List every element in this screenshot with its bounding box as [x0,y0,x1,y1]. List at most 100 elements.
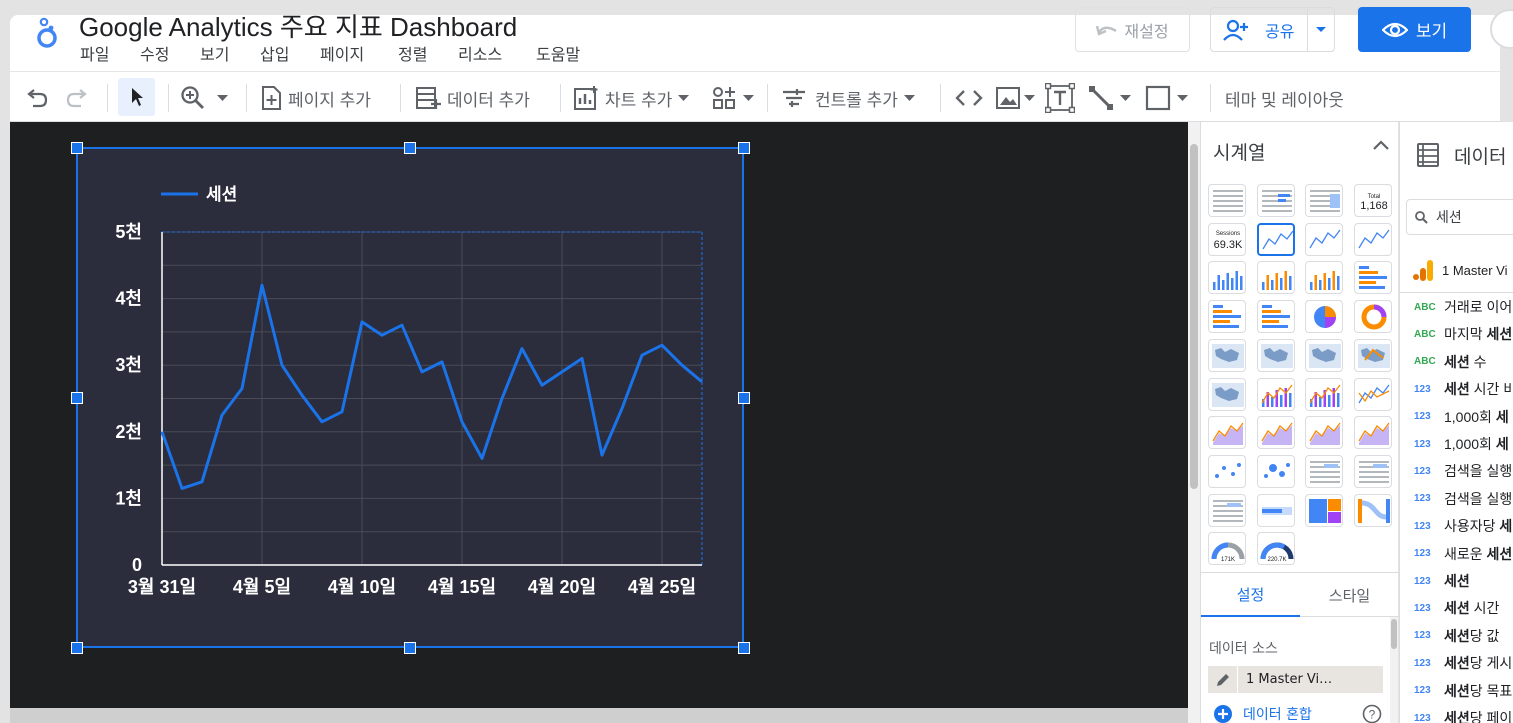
scorecard-compact-option[interactable]: Sessions 69.3K [1208,222,1246,256]
column-chart-option[interactable] [1208,261,1246,295]
field-item[interactable]: ABC 거래로 이어 [1414,294,1512,320]
time-series-chart[interactable]: 0 1천 2천 3천 4천 5천 3월 31일 4월 5일 4월 10일 4월 15일 4월 20… [78,149,742,646]
blend-data-button[interactable]: 데이터 혼합 [1213,704,1312,723]
reset-button[interactable]: 재설정 [1075,7,1190,52]
field-item[interactable]: 123 세션 [1414,568,1470,594]
pie-chart-option[interactable] [1305,300,1343,334]
field-search-box[interactable]: 세션 [1406,199,1513,235]
resize-handle-left[interactable] [71,392,83,404]
stacked-bar-chart-option[interactable] [1208,300,1246,334]
smoothed-time-series-chart-option[interactable] [1353,222,1392,256]
embed-code-icon[interactable] [955,82,983,114]
view-button[interactable]: 보기 [1358,7,1471,52]
data-source-row[interactable]: 1 Master Vi [1412,258,1508,282]
theme-layout-button[interactable]: 테마 및 레이아웃 [1225,82,1344,114]
100-stacked-column-chart-option[interactable] [1305,261,1343,295]
resize-handle-top-left[interactable] [71,142,83,154]
resize-handle-bottom-right[interactable] [738,642,750,654]
add-page-button[interactable]: 페이지 추가 [260,82,371,114]
treemap-chart-option[interactable] [1305,493,1343,527]
add-data-button[interactable]: 데이터 추가 [415,82,530,114]
menu-insert[interactable]: 삽입 [260,41,289,65]
resize-handle-top[interactable] [404,142,416,154]
bullet-chart-option[interactable] [1256,493,1295,527]
chart-frame[interactable]: 0 1천 2천 3천 4천 5천 3월 31일 4월 5일 4월 10일 4월 15일 4월 20… [76,147,744,648]
report-title[interactable]: Google Analytics 주요 지표 Dashboard [79,7,517,44]
panel-scrollbar-thumb[interactable] [1391,619,1397,649]
add-chart-button[interactable]: 차트 추가 [573,82,690,114]
field-item[interactable]: 123 1,000회 세 [1414,404,1509,430]
shape-icon[interactable] [1145,82,1188,114]
scrollbar-thumb[interactable] [1190,144,1198,489]
stacked-area-chart-option[interactable] [1305,416,1343,450]
field-item[interactable]: 123 세션당 페이 [1414,705,1512,723]
field-item[interactable]: 123 검색을 실행 [1414,458,1512,484]
field-item[interactable]: 123 세션당 값 [1414,623,1499,649]
zoom-icon[interactable] [180,82,206,114]
help-icon[interactable]: ? [1362,704,1382,723]
time-series-chart-option[interactable] [1256,222,1295,256]
field-item[interactable]: 123 세션당 목표 [1414,678,1512,704]
field-item[interactable]: ABC 세션 수 [1414,349,1487,375]
text-box-icon[interactable] [1045,82,1075,114]
bar-chart-option[interactable] [1353,261,1392,295]
donut-chart-option[interactable] [1353,300,1392,334]
stacked-combo-chart-option[interactable] [1305,377,1343,411]
redo-icon[interactable] [65,82,89,114]
100-stacked-area-chart-option[interactable] [1353,416,1392,450]
looker-studio-logo-icon[interactable] [34,15,64,49]
field-item[interactable]: 123 사용자당 세 [1414,513,1512,539]
menu-edit[interactable]: 수정 [140,41,169,65]
line-icon[interactable] [1088,82,1131,114]
gauge-progress-chart-option[interactable]: 220.7K [1256,532,1295,566]
field-item[interactable]: 123 세션당 게시 [1414,650,1512,676]
share-button[interactable]: 공유 [1210,7,1335,52]
geo-map-chart-option[interactable] [1305,338,1343,372]
100-stacked-bar-chart-option[interactable] [1256,300,1295,334]
menu-file[interactable]: 파일 [80,41,109,65]
line-chart-option[interactable] [1353,377,1392,411]
gauge-chart-option[interactable]: 171K [1208,532,1246,566]
report-canvas[interactable]: 0 1천 2천 3천 4천 5천 3월 31일 4월 5일 4월 10일 4월 15일 4월 20… [10,122,1188,723]
canvas-vertical-scrollbar[interactable] [1188,122,1200,723]
google-maps-chart-option[interactable] [1353,338,1392,372]
menu-resource[interactable]: 리소스 [458,41,502,65]
resize-handle-bottom[interactable] [404,642,416,654]
scorecard-total-option[interactable]: Total 1,168 [1353,184,1392,217]
tab-setup[interactable]: 설정 [1201,573,1300,617]
field-item[interactable]: 123 검색을 실행 [1414,486,1512,512]
area-chart-option[interactable] [1256,416,1295,450]
field-item[interactable]: 123 세션 시간 [1414,595,1499,621]
menu-view[interactable]: 보기 [200,41,229,65]
stacked-column-chart-option[interactable] [1256,261,1295,295]
field-item[interactable]: 123 1,000회 세 [1414,431,1509,457]
field-item[interactable]: ABC 마지막 세션 [1414,321,1512,347]
tab-style[interactable]: 스타일 [1300,573,1399,617]
chevron-down-icon[interactable] [1315,26,1327,34]
pivot-table-heatmap-chart-option[interactable] [1208,493,1246,527]
resize-handle-top-right[interactable] [738,142,750,154]
resize-handle-bottom-left[interactable] [71,642,83,654]
undo-icon[interactable] [25,82,49,114]
field-item[interactable]: 123 새로운 세션 [1414,541,1512,567]
table-bars-chart-option[interactable] [1256,184,1295,217]
geo-world-chart-option[interactable] [1256,338,1295,372]
bubble-map-chart-option[interactable] [1208,377,1246,411]
account-avatar[interactable] [1490,9,1513,49]
geo-chart-option[interactable] [1208,338,1246,372]
field-search-input[interactable]: 세션 [1436,207,1462,227]
image-icon[interactable] [995,82,1035,114]
table-chart-option[interactable] [1208,184,1246,217]
sparkline-chart-option[interactable] [1305,222,1343,256]
smooth-line-chart-option[interactable] [1208,416,1246,450]
field-item[interactable]: 123 세션 시간 비 [1414,376,1513,402]
edit-pencil-icon[interactable] [1208,666,1238,693]
horizontal-scrollbar[interactable] [10,708,1188,723]
panel-scrollbar[interactable] [1390,617,1398,723]
menu-help[interactable]: 도움말 [536,41,580,65]
combo-chart-option[interactable] [1256,377,1295,411]
sankey-chart-option[interactable] [1353,493,1392,527]
scatter-chart-option[interactable] [1208,454,1246,488]
select-pointer-icon[interactable] [118,78,155,116]
bubble-chart-option[interactable] [1256,454,1295,488]
